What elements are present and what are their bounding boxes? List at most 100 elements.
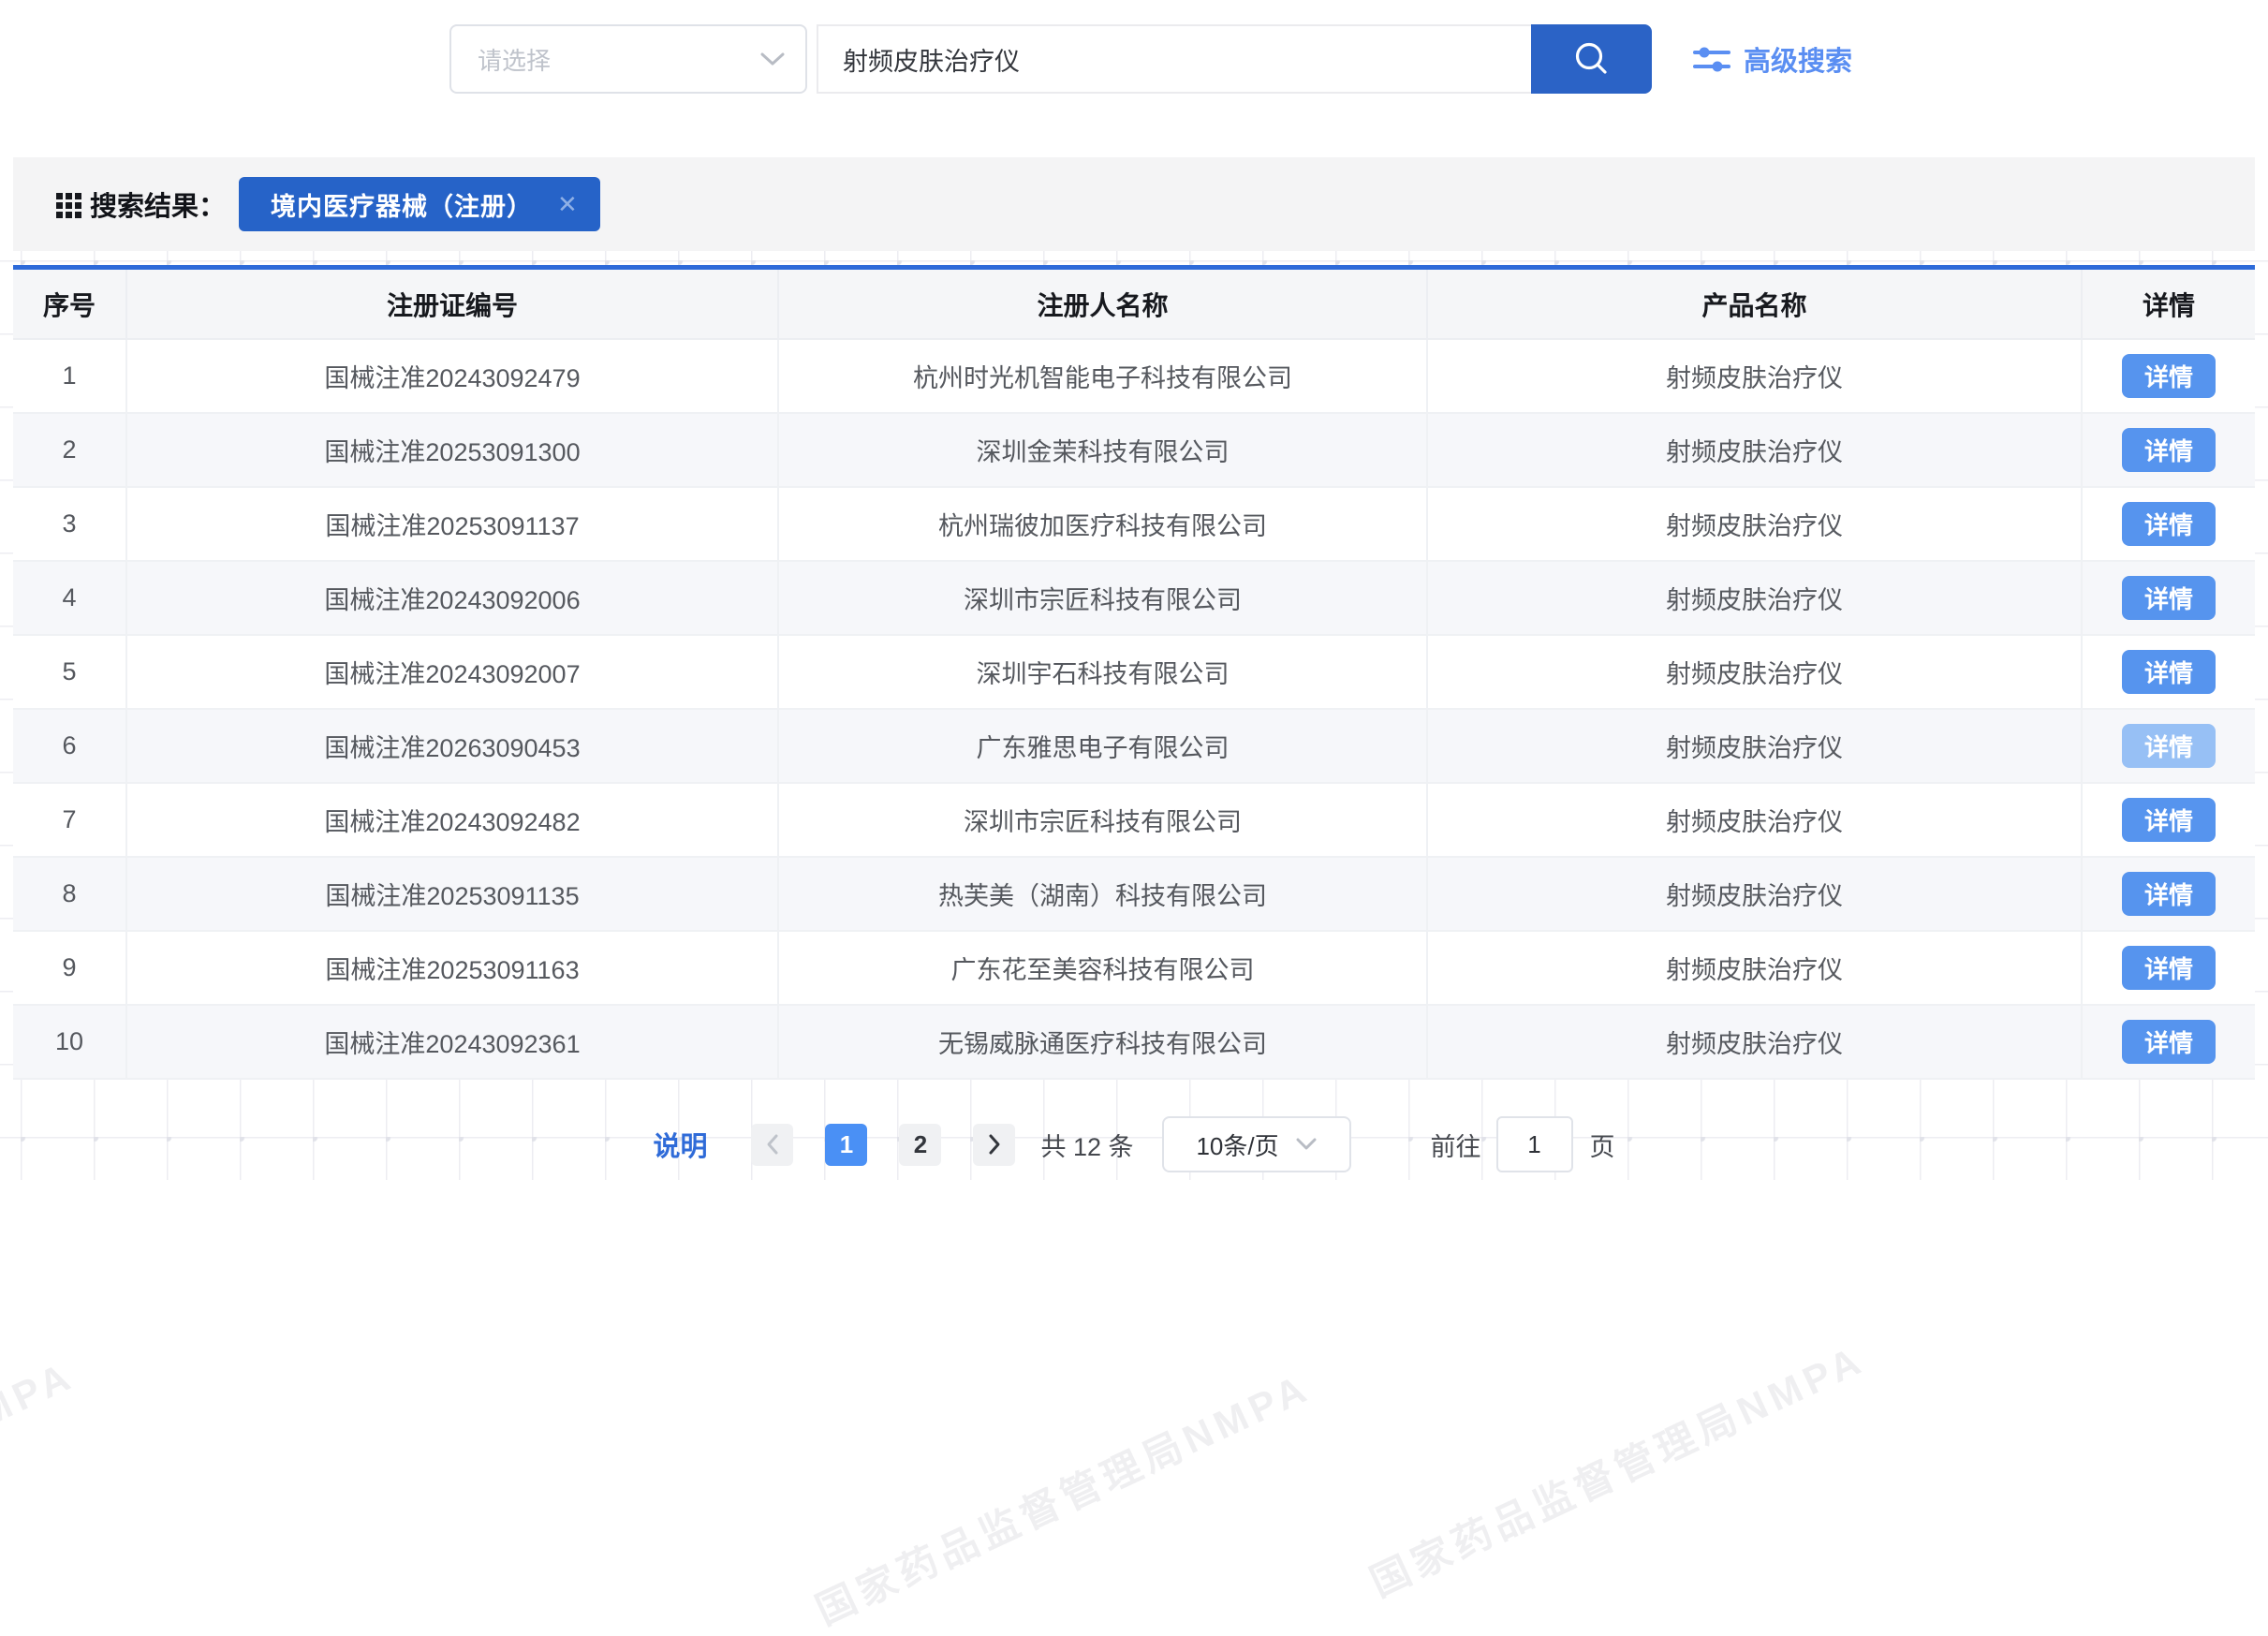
results-bar: 搜索结果： 境内医疗器械（注册） ✕ bbox=[13, 157, 2255, 251]
detail-button[interactable]: 详情 bbox=[2122, 798, 2216, 842]
detail-button[interactable]: 详情 bbox=[2122, 650, 2216, 694]
table-row: 4 国械注准20243092006 深圳市宗匠科技有限公司 射频皮肤治疗仪 详情 bbox=[13, 561, 2255, 635]
row-index-cell: 8 bbox=[13, 857, 126, 931]
page-button-2[interactable]: 2 bbox=[899, 1124, 941, 1166]
filter-tag-label: 境内医疗器械（注册） bbox=[271, 186, 533, 223]
table-row: 2 国械注准20253091300 深圳金茉科技有限公司 射频皮肤治疗仪 详情 bbox=[13, 413, 2255, 487]
category-select-placeholder: 请选择 bbox=[478, 42, 760, 77]
registration-number-cell: 国械注准20243092007 bbox=[126, 635, 778, 709]
product-cell: 射频皮肤治疗仪 bbox=[1427, 709, 2082, 783]
detail-button[interactable]: 详情 bbox=[2122, 428, 2216, 472]
table-row: 9 国械注准20253091163 广东花至美容科技有限公司 射频皮肤治疗仪 详… bbox=[13, 931, 2255, 1005]
detail-cell: 详情 bbox=[2082, 635, 2255, 709]
table-row: 3 国械注准20253091137 杭州瑞彼加医疗科技有限公司 射频皮肤治疗仪 … bbox=[13, 487, 2255, 561]
watermark: 国家药品监督管理局NMPA bbox=[0, 1344, 82, 1624]
row-index-cell: 3 bbox=[13, 487, 126, 561]
category-select[interactable]: 请选择 bbox=[449, 24, 807, 94]
detail-button[interactable]: 详情 bbox=[2122, 576, 2216, 620]
detail-button[interactable]: 详情 bbox=[2122, 502, 2216, 546]
close-icon[interactable]: ✕ bbox=[557, 192, 578, 216]
help-link[interactable]: 说明 bbox=[653, 1125, 707, 1164]
next-page-button[interactable] bbox=[973, 1124, 1015, 1166]
page-button-1[interactable]: 1 bbox=[825, 1124, 867, 1166]
row-index-cell: 4 bbox=[13, 561, 126, 635]
header-detail: 详情 bbox=[2082, 268, 2255, 340]
registrant-cell: 深圳市宗匠科技有限公司 bbox=[778, 561, 1427, 635]
header-index: 序号 bbox=[13, 268, 126, 340]
product-cell: 射频皮肤治疗仪 bbox=[1427, 931, 2082, 1005]
product-cell: 射频皮肤治疗仪 bbox=[1427, 635, 2082, 709]
detail-button[interactable]: 详情 bbox=[2122, 354, 2216, 398]
product-cell: 射频皮肤治疗仪 bbox=[1427, 783, 2082, 857]
prev-page-button[interactable] bbox=[751, 1124, 793, 1166]
product-cell: 射频皮肤治疗仪 bbox=[1427, 1005, 2082, 1079]
goto-suffix-label: 页 bbox=[1590, 1127, 1615, 1163]
registrant-cell: 广东雅思电子有限公司 bbox=[778, 709, 1427, 783]
detail-cell: 详情 bbox=[2082, 857, 2255, 931]
total-count-label: 共 12 条 bbox=[1040, 1127, 1133, 1163]
product-cell: 射频皮肤治疗仪 bbox=[1427, 561, 2082, 635]
page-size-value: 10条/页 bbox=[1196, 1128, 1278, 1162]
registrant-cell: 深圳市宗匠科技有限公司 bbox=[778, 783, 1427, 857]
search-button[interactable] bbox=[1531, 24, 1652, 94]
detail-cell: 详情 bbox=[2082, 783, 2255, 857]
goto-label: 前往 bbox=[1431, 1127, 1481, 1163]
registrant-cell: 杭州瑞彼加医疗科技有限公司 bbox=[778, 487, 1427, 561]
page-size-select[interactable]: 10条/页 bbox=[1162, 1116, 1351, 1172]
product-cell: 射频皮肤治疗仪 bbox=[1427, 857, 2082, 931]
row-index-cell: 6 bbox=[13, 709, 126, 783]
detail-cell: 详情 bbox=[2082, 561, 2255, 635]
table-row: 1 国械注准20243092479 杭州时光机智能电子科技有限公司 射频皮肤治疗… bbox=[13, 339, 2255, 413]
detail-cell: 详情 bbox=[2082, 1005, 2255, 1079]
detail-button[interactable]: 详情 bbox=[2122, 1020, 2216, 1064]
advanced-search-label: 高级搜索 bbox=[1744, 39, 1852, 79]
chevron-left-icon bbox=[765, 1133, 780, 1156]
detail-cell: 详情 bbox=[2082, 709, 2255, 783]
search-icon bbox=[1571, 38, 1613, 80]
row-index-cell: 5 bbox=[13, 635, 126, 709]
registration-number-cell: 国械注准20263090453 bbox=[126, 709, 778, 783]
registrant-cell: 广东花至美容科技有限公司 bbox=[778, 931, 1427, 1005]
registration-number-cell: 国械注准20253091137 bbox=[126, 487, 778, 561]
detail-cell: 详情 bbox=[2082, 487, 2255, 561]
table-row: 5 国械注准20243092007 深圳宇石科技有限公司 射频皮肤治疗仪 详情 bbox=[13, 635, 2255, 709]
registration-number-cell: 国械注准20243092006 bbox=[126, 561, 778, 635]
chevron-right-icon bbox=[987, 1133, 1002, 1156]
row-index-cell: 1 bbox=[13, 339, 126, 413]
watermark: 国家药品监督管理局NMPA bbox=[805, 1356, 1318, 1636]
chevron-down-icon bbox=[760, 52, 785, 66]
goto-page-input[interactable] bbox=[1496, 1116, 1573, 1172]
detail-button[interactable]: 详情 bbox=[2122, 946, 2216, 990]
registration-number-cell: 国械注准20243092361 bbox=[126, 1005, 778, 1079]
row-index-cell: 2 bbox=[13, 413, 126, 487]
detail-button[interactable]: 详情 bbox=[2122, 872, 2216, 916]
row-index-cell: 7 bbox=[13, 783, 126, 857]
advanced-search-link[interactable]: 高级搜索 bbox=[1691, 24, 1852, 94]
table-row: 6 国械注准20263090453 广东雅思电子有限公司 射频皮肤治疗仪 详情 bbox=[13, 709, 2255, 783]
page-buttons: 12 bbox=[809, 1124, 957, 1166]
detail-cell: 详情 bbox=[2082, 339, 2255, 413]
table-header-row: 序号 注册证编号 注册人名称 产品名称 详情 bbox=[13, 268, 2255, 340]
search-bar: 请选择 高级搜索 bbox=[0, 0, 2268, 157]
registrant-cell: 热芙美（湖南）科技有限公司 bbox=[778, 857, 1427, 931]
detail-cell: 详情 bbox=[2082, 413, 2255, 487]
search-input[interactable] bbox=[817, 24, 1531, 94]
detail-cell: 详情 bbox=[2082, 931, 2255, 1005]
table-body: 1 国械注准20243092479 杭州时光机智能电子科技有限公司 射频皮肤治疗… bbox=[13, 339, 2255, 1079]
header-registration-number: 注册证编号 bbox=[126, 268, 778, 340]
registration-number-cell: 国械注准20253091300 bbox=[126, 413, 778, 487]
filter-tag[interactable]: 境内医疗器械（注册） ✕ bbox=[239, 177, 600, 231]
registrant-cell: 深圳金茉科技有限公司 bbox=[778, 413, 1427, 487]
registration-number-cell: 国械注准20253091163 bbox=[126, 931, 778, 1005]
detail-button[interactable]: 详情 bbox=[2122, 724, 2216, 768]
row-index-cell: 9 bbox=[13, 931, 126, 1005]
sliders-icon bbox=[1691, 40, 1732, 78]
registration-number-cell: 国械注准20243092482 bbox=[126, 783, 778, 857]
table-row: 7 国械注准20243092482 深圳市宗匠科技有限公司 射频皮肤治疗仪 详情 bbox=[13, 783, 2255, 857]
product-cell: 射频皮肤治疗仪 bbox=[1427, 413, 2082, 487]
results-table: 序号 注册证编号 注册人名称 产品名称 详情 1 国械注准20243092479… bbox=[13, 265, 2255, 1080]
results-label: 搜索结果： bbox=[90, 184, 226, 224]
chevron-down-icon bbox=[1296, 1138, 1317, 1151]
header-product: 产品名称 bbox=[1427, 268, 2082, 340]
registrant-cell: 杭州时光机智能电子科技有限公司 bbox=[778, 339, 1427, 413]
